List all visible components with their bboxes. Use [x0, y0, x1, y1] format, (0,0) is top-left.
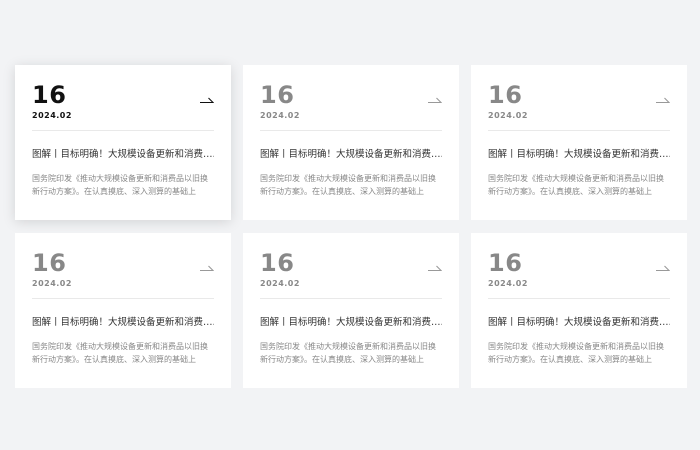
card-divider [260, 298, 442, 299]
card-day: 16 [488, 81, 523, 109]
card-day: 16 [488, 249, 523, 277]
arrow-right-icon[interactable] [428, 264, 442, 272]
card-day: 16 [260, 249, 295, 277]
card-divider [32, 298, 214, 299]
card-title[interactable]: 图解丨目标明确！大规模设备更新和消费…… [32, 148, 214, 161]
card-divider [260, 130, 442, 131]
arrow-right-icon[interactable] [656, 96, 670, 104]
card-title[interactable]: 图解丨目标明确！大规模设备更新和消费…… [488, 316, 670, 329]
card-title[interactable]: 图解丨目标明确！大规模设备更新和消费…… [260, 316, 442, 329]
news-card[interactable]: 16 2024.02 图解丨目标明确！大规模设备更新和消费…… 国务院印发《推动… [471, 65, 687, 220]
news-card[interactable]: 16 2024.02 图解丨目标明确！大规模设备更新和消费…… 国务院印发《推动… [471, 233, 687, 388]
card-day: 16 [260, 81, 295, 109]
card-month: 2024.02 [32, 111, 72, 120]
card-title[interactable]: 图解丨目标明确！大规模设备更新和消费…… [32, 316, 214, 329]
card-description: 国务院印发《推动大规模设备更新和消费品以旧换新行动方案》。在认真摸底、深入测算的… [260, 174, 436, 196]
news-card[interactable]: 16 2024.02 图解丨目标明确！大规模设备更新和消费…… 国务院印发《推动… [15, 233, 231, 388]
news-card[interactable]: 16 2024.02 图解丨目标明确！大规模设备更新和消费…… 国务院印发《推动… [243, 65, 459, 220]
news-card[interactable]: 16 2024.02 图解丨目标明确！大规模设备更新和消费…… 国务院印发《推动… [15, 65, 231, 220]
card-divider [488, 298, 670, 299]
card-divider [488, 130, 670, 131]
card-description: 国务院印发《推动大规模设备更新和消费品以旧换新行动方案》。在认真摸底、深入测算的… [488, 342, 664, 364]
card-description: 国务院印发《推动大规模设备更新和消费品以旧换新行动方案》。在认真摸底、深入测算的… [32, 174, 208, 196]
news-card[interactable]: 16 2024.02 图解丨目标明确！大规模设备更新和消费…… 国务院印发《推动… [243, 233, 459, 388]
arrow-right-icon[interactable] [428, 96, 442, 104]
card-description: 国务院印发《推动大规模设备更新和消费品以旧换新行动方案》。在认真摸底、深入测算的… [260, 342, 436, 364]
card-month: 2024.02 [260, 111, 300, 120]
card-divider [32, 130, 214, 131]
card-title[interactable]: 图解丨目标明确！大规模设备更新和消费…… [260, 148, 442, 161]
card-day: 16 [32, 81, 67, 109]
card-month: 2024.02 [32, 279, 72, 288]
news-card-grid: 16 2024.02 图解丨目标明确！大规模设备更新和消费…… 国务院印发《推动… [15, 65, 687, 388]
card-day: 16 [32, 249, 67, 277]
arrow-right-icon[interactable] [656, 264, 670, 272]
arrow-right-icon[interactable] [200, 96, 214, 104]
card-title[interactable]: 图解丨目标明确！大规模设备更新和消费…… [488, 148, 670, 161]
card-description: 国务院印发《推动大规模设备更新和消费品以旧换新行动方案》。在认真摸底、深入测算的… [488, 174, 664, 196]
card-month: 2024.02 [488, 279, 528, 288]
arrow-right-icon[interactable] [200, 264, 214, 272]
card-month: 2024.02 [488, 111, 528, 120]
card-month: 2024.02 [260, 279, 300, 288]
card-description: 国务院印发《推动大规模设备更新和消费品以旧换新行动方案》。在认真摸底、深入测算的… [32, 342, 208, 364]
